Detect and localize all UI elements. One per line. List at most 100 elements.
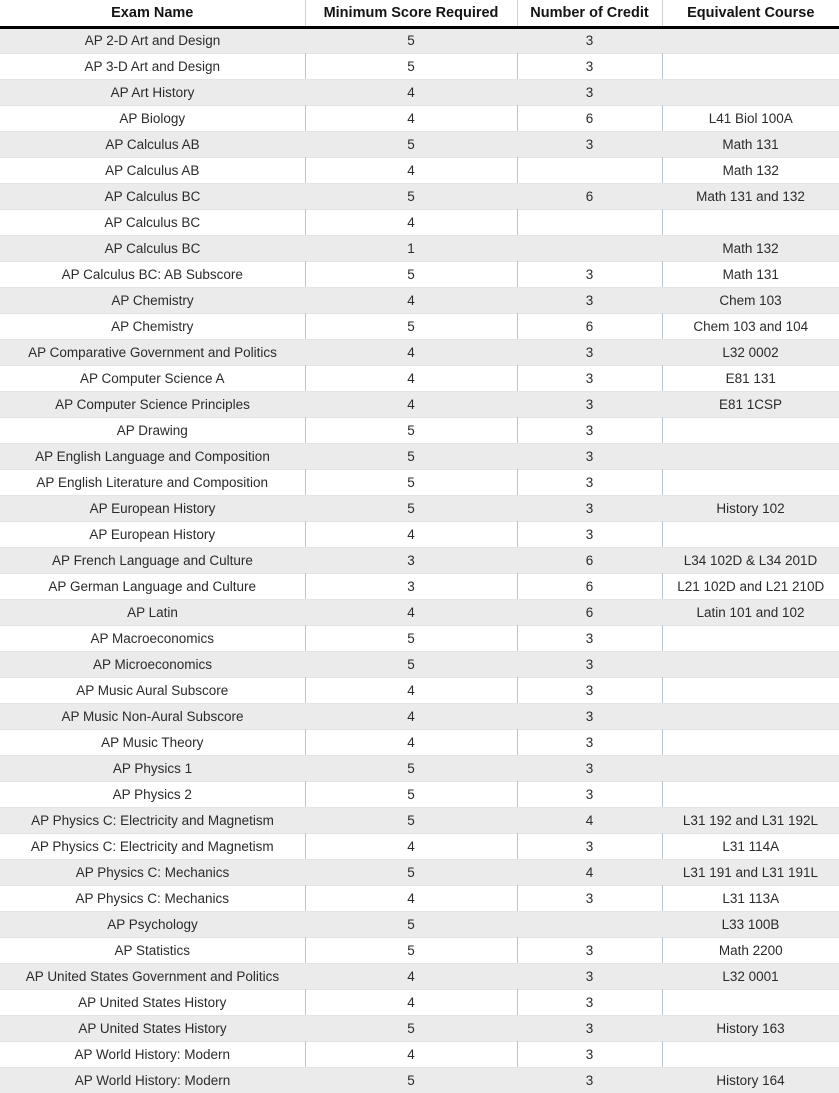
table-row: AP Computer Science A 4 3 E81 131 xyxy=(0,364,839,392)
cell-exam: AP World History: Modern xyxy=(0,1040,306,1068)
cell-equiv xyxy=(662,651,839,677)
cell-equiv: L34 102D & L34 201D xyxy=(662,547,839,573)
cell-score: 5 xyxy=(305,468,518,496)
cell-score: 4 xyxy=(305,728,518,756)
cell-exam: AP Calculus BC xyxy=(0,183,305,209)
cell-equiv: E81 1CSP xyxy=(662,391,839,417)
table-row: AP Statistics 5 3 Math 2200 xyxy=(0,936,839,964)
cell-exam: AP Physics C: Electricity and Magnetism xyxy=(0,807,305,833)
cell-score: 5 xyxy=(305,416,518,444)
cell-score: 4 xyxy=(305,156,518,184)
cell-exam: AP Music Theory xyxy=(0,728,306,756)
cell-exam: AP Comparative Government and Politics xyxy=(0,339,305,365)
cell-equiv: History 163 xyxy=(662,1015,839,1041)
cell-credit: 3 xyxy=(517,520,663,548)
cell-score: 4 xyxy=(305,391,517,417)
column-header-equivalent-course: Equivalent Course xyxy=(662,0,839,29)
table-header-row: Exam Name Minimum Score Required Number … xyxy=(0,0,839,29)
cell-credit: 3 xyxy=(517,884,663,912)
table-row: AP Physics C: Electricity and Magnetism 4… xyxy=(0,832,839,860)
cell-credit: 3 xyxy=(517,131,662,157)
table-row: AP Biology 4 6 L41 Biol 100A xyxy=(0,104,839,132)
cell-equiv xyxy=(662,79,839,105)
table-row: AP Comparative Government and Politics 4 3… xyxy=(0,339,839,365)
table-row: AP German Language and Culture 3 6 L21 102D… xyxy=(0,572,839,600)
table-row: AP 2-D Art and Design 5 3 xyxy=(0,27,839,53)
cell-equiv xyxy=(662,703,839,729)
table-row: AP Physics C: Mechanics 4 3 L31 113A xyxy=(0,884,839,912)
cell-score: 4 xyxy=(305,520,518,548)
cell-equiv: Math 131 xyxy=(662,131,839,157)
cell-exam: AP Chemistry xyxy=(0,312,306,340)
cell-score: 4 xyxy=(305,364,518,392)
table-row: AP English Language and Composition 5 3 xyxy=(0,443,839,469)
cell-credit: 3 xyxy=(517,52,663,80)
table-row: AP Calculus BC 4 xyxy=(0,208,839,236)
cell-score: 5 xyxy=(305,651,517,677)
table-row: AP Art History 4 3 xyxy=(0,79,839,105)
cell-equiv xyxy=(662,988,839,1016)
cell-equiv: Math 131 and 132 xyxy=(662,183,839,209)
cell-exam: AP Computer Science A xyxy=(0,364,306,392)
cell-score: 4 xyxy=(305,963,517,989)
cell-score: 4 xyxy=(305,988,518,1016)
cell-exam: AP Statistics xyxy=(0,936,306,964)
cell-equiv xyxy=(662,468,839,496)
cell-score: 5 xyxy=(305,755,517,781)
cell-score: 1 xyxy=(305,235,517,261)
cell-equiv: Math 2200 xyxy=(662,936,839,964)
cell-exam: AP Physics C: Mechanics xyxy=(0,884,306,912)
cell-score: 5 xyxy=(305,52,518,80)
cell-exam: AP Biology xyxy=(0,104,306,132)
cell-equiv: Chem 103 and 104 xyxy=(662,312,839,340)
ap-credit-equivalency-table: Exam Name Minimum Score Required Number … xyxy=(0,0,839,1093)
cell-credit: 6 xyxy=(517,572,663,600)
column-header-minimum-score: Minimum Score Required xyxy=(305,0,518,29)
table-row: AP Music Theory 4 3 xyxy=(0,728,839,756)
cell-credit: 3 xyxy=(517,728,663,756)
cell-score: 4 xyxy=(305,884,518,912)
cell-score: 5 xyxy=(305,807,517,833)
cell-exam: AP Calculus BC xyxy=(0,235,305,261)
cell-exam: AP German Language and Culture xyxy=(0,572,306,600)
cell-equiv: L21 102D and L21 210D xyxy=(662,572,839,600)
cell-equiv: Math 132 xyxy=(662,156,839,184)
cell-equiv: Math 132 xyxy=(662,235,839,261)
cell-equiv: L31 114A xyxy=(662,832,839,860)
cell-credit: 3 xyxy=(517,1015,662,1041)
cell-equiv: Chem 103 xyxy=(662,287,839,313)
cell-score: 5 xyxy=(305,27,517,53)
cell-score: 5 xyxy=(305,859,517,885)
table-row: AP Calculus BC: AB Subscore 5 3 Math 131 xyxy=(0,260,839,288)
cell-exam: AP 2-D Art and Design xyxy=(0,27,305,53)
cell-credit: 3 xyxy=(517,443,662,469)
cell-credit: 3 xyxy=(517,287,662,313)
cell-credit: 3 xyxy=(517,703,662,729)
column-header-number-of-credit: Number of Credit xyxy=(517,0,663,29)
cell-credit: 3 xyxy=(517,780,663,808)
cell-score: 4 xyxy=(305,104,518,132)
cell-exam: AP 3-D Art and Design xyxy=(0,52,306,80)
cell-credit: 3 xyxy=(517,676,663,704)
table-row: AP European History 5 3 History 102 xyxy=(0,495,839,521)
cell-credit: 6 xyxy=(517,547,662,573)
cell-equiv xyxy=(662,755,839,781)
cell-equiv xyxy=(662,27,839,53)
cell-score: 4 xyxy=(305,208,518,236)
cell-score: 5 xyxy=(305,443,517,469)
table-row: AP Music Aural Subscore 4 3 xyxy=(0,676,839,704)
table-row: AP World History: Modern 4 3 xyxy=(0,1040,839,1068)
cell-equiv xyxy=(662,780,839,808)
cell-credit: 3 xyxy=(517,963,662,989)
table-row: AP French Language and Culture 3 6 L34 102D… xyxy=(0,547,839,573)
cell-credit: 6 xyxy=(517,183,662,209)
cell-exam: AP Physics 1 xyxy=(0,755,305,781)
table-row: AP Calculus AB 4 Math 132 xyxy=(0,156,839,184)
cell-equiv: L32 0001 xyxy=(662,963,839,989)
table-row: AP World History: Modern 5 3 History 164 xyxy=(0,1067,839,1093)
cell-score: 5 xyxy=(305,936,518,964)
cell-score: 5 xyxy=(305,495,517,521)
cell-credit: 3 xyxy=(517,651,662,677)
cell-exam: AP English Language and Composition xyxy=(0,443,305,469)
cell-score: 5 xyxy=(305,1067,517,1093)
